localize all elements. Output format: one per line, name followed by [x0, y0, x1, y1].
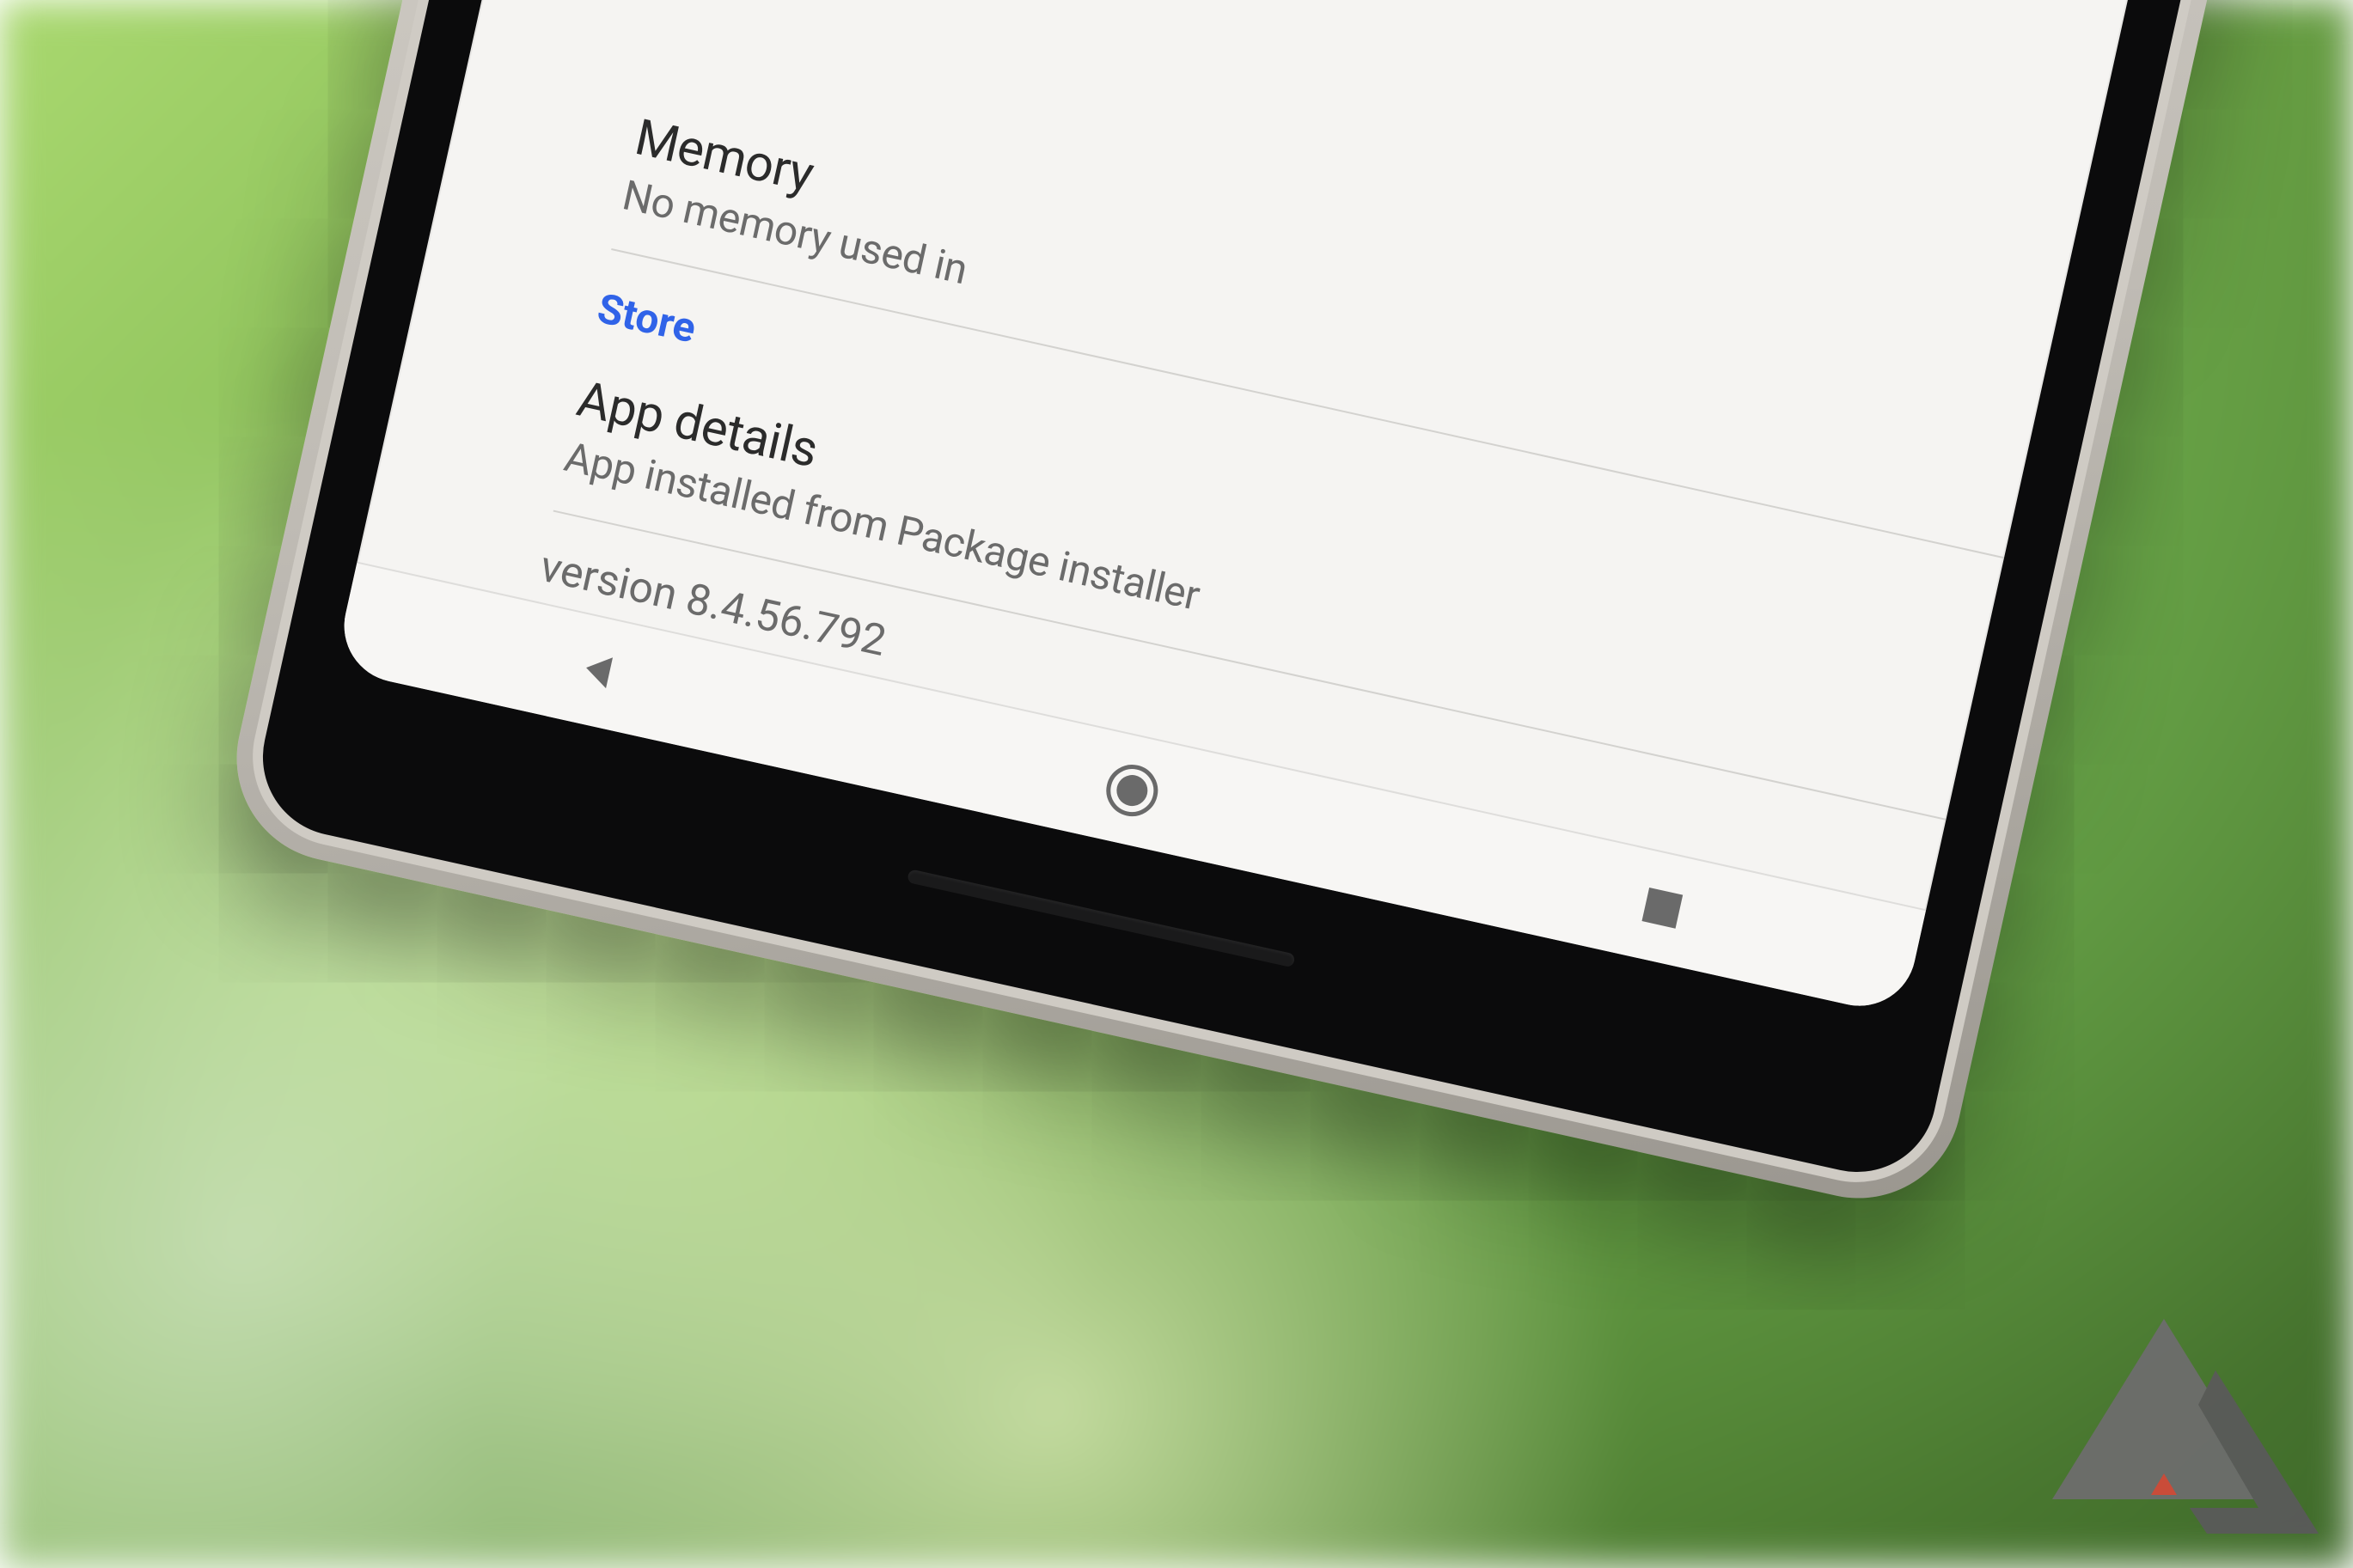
nav-back-button[interactable] — [576, 647, 624, 698]
nav-recent-button[interactable] — [1641, 888, 1683, 929]
nav-back-triangle-icon — [576, 674, 618, 699]
watermark-logo — [2035, 1310, 2327, 1559]
nav-home-circle-icon — [1114, 772, 1151, 809]
nav-home-button[interactable] — [1102, 760, 1164, 821]
phone-screen: Memory No memory used in Store App detai… — [333, 0, 2222, 1016]
phone-speaker-grille — [907, 869, 1296, 967]
